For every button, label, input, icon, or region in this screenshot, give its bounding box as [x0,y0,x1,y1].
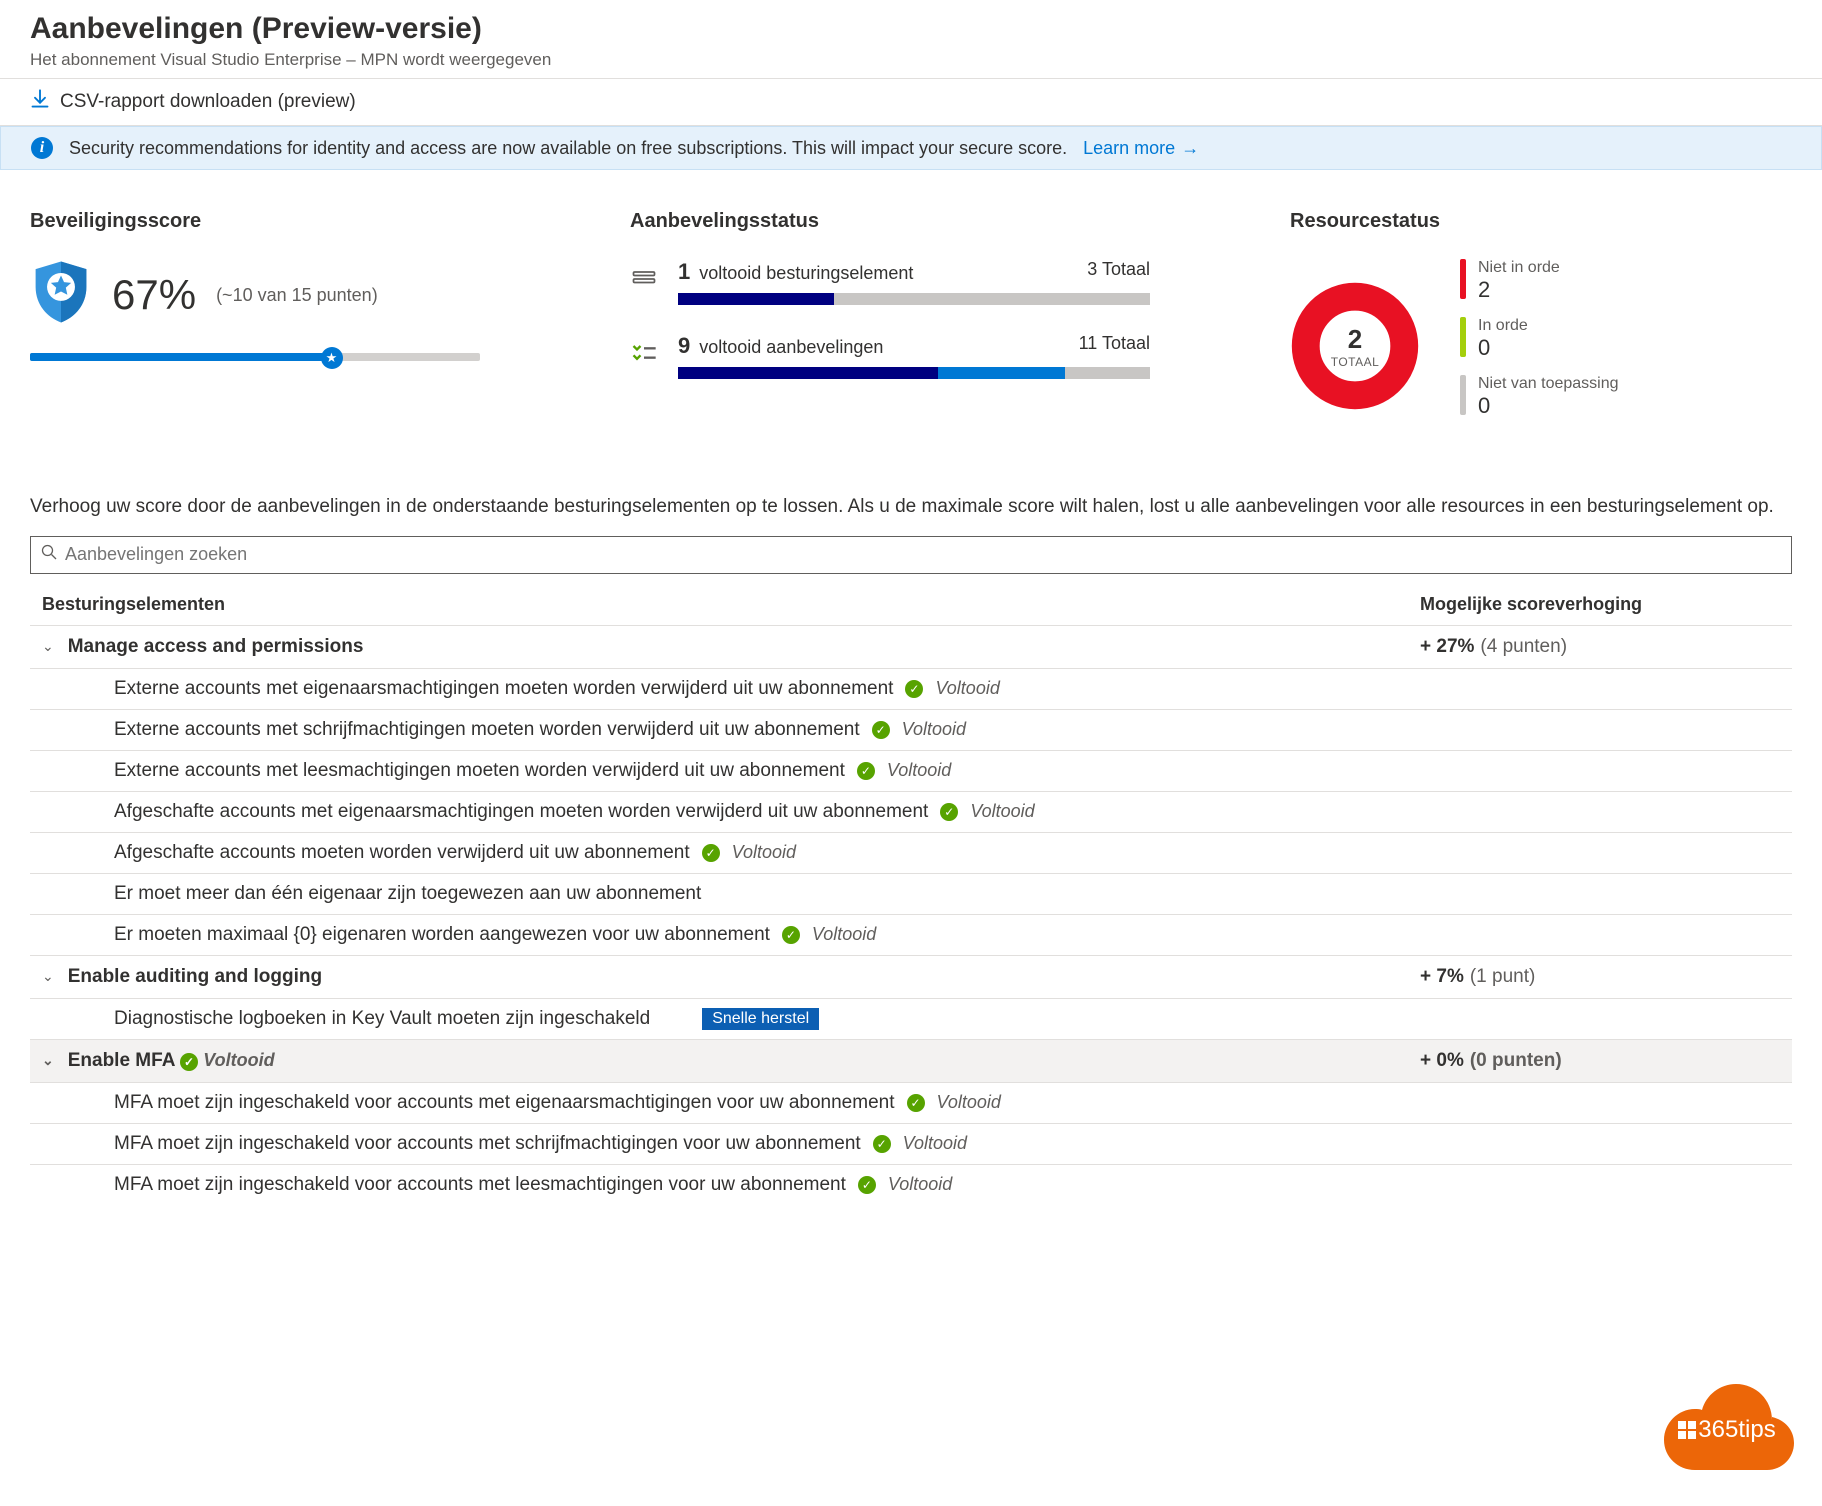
table-header: Besturingselementen Mogelijke scoreverho… [30,584,1792,625]
toolbar: CSV-rapport downloaden (preview) [0,79,1822,126]
security-score-panel: Beveiligingsscore 67% (~10 van 15 punten… [30,210,490,433]
brand-logo: 365tips [1652,1370,1802,1476]
recommendation-row[interactable]: MFA moet zijn ingeschakeld voor accounts… [30,1164,1792,1205]
download-csv-label: CSV-rapport downloaden (preview) [60,91,356,113]
download-icon [30,89,50,115]
resource-status-panel: Resourcestatus 2 TOTAAL Niet in orde2 In … [1290,210,1619,433]
chevron-down-icon: ⌄ [42,968,54,985]
legend-item: Niet van toepassing0 [1460,375,1619,419]
logo-text: 365tips [1698,1416,1775,1444]
check-icon: ✓ [180,1053,198,1071]
learn-more-link[interactable]: Learn more → [1083,138,1199,159]
col-controls: Besturingselementen [42,594,1420,615]
recommendation-row[interactable]: MFA moet zijn ingeschakeld voor accounts… [30,1123,1792,1164]
check-icon: ✓ [940,803,958,821]
recommendation-row[interactable]: Diagnostische logboeken in Key Vault moe… [30,998,1792,1039]
helper-text: Verhoog uw score door de aanbevelingen i… [0,493,1822,532]
check-icon: ✓ [872,721,890,739]
shield-icon [30,259,92,331]
recommendation-row[interactable]: Externe accounts met schrijfmachtigingen… [30,709,1792,750]
recommendation-row[interactable]: Externe accounts met eigenaarsmachtiging… [30,668,1792,709]
resource-legend: Niet in orde2 In orde0 Niet van toepassing… [1460,259,1619,433]
legend-item: In orde0 [1460,317,1619,361]
recommendations-table: Besturingselementen Mogelijke scoreverho… [30,584,1792,1205]
recommendation-row[interactable]: Afgeschafte accounts moeten worden verwi… [30,832,1792,873]
score-detail: (~10 van 15 punten) [216,285,378,306]
resource-total-number: 2 [1348,324,1362,355]
control-group[interactable]: ⌄Enable auditing and logging+ 7%(1 punt) [30,955,1792,998]
info-icon: i [31,137,53,159]
control-group[interactable]: ⌄Enable MFA ✓ Voltooid+ 0%(0 punten) [30,1039,1792,1082]
check-icon: ✓ [782,926,800,944]
score-thumb-icon: ★ [321,347,343,369]
recommendation-row[interactable]: Er moet meer dan één eigenaar zijn toege… [30,873,1792,914]
check-icon: ✓ [702,844,720,862]
recstatus-icon [630,339,660,373]
page-header: Aanbevelingen (Preview-versie) Het abonn… [0,0,1822,79]
page-subtitle: Het abonnement Visual Studio Enterprise … [30,50,1792,70]
quick-fix-badge: Snelle herstel [702,1008,819,1030]
resource-total-label: TOTAAL [1331,355,1380,369]
chevron-down-icon: ⌄ [42,638,54,655]
recommendation-row[interactable]: Afgeschafte accounts met eigenaarsmachti… [30,791,1792,832]
legend-item: Niet in orde2 [1460,259,1619,303]
check-icon: ✓ [858,1176,876,1194]
check-icon: ✓ [907,1094,925,1112]
recstatus-icon [630,265,660,299]
score-progress: ★ [30,353,480,361]
page-title: Aanbevelingen (Preview-versie) [30,12,1792,46]
arrow-right-icon: → [1181,138,1199,159]
info-banner: i Security recommendations for identity … [0,126,1822,170]
control-group[interactable]: ⌄Manage access and permissions+ 27%(4 pu… [30,625,1792,668]
col-score-increase: Mogelijke scoreverhoging [1420,594,1780,615]
check-icon: ✓ [905,680,923,698]
stats-row: Beveiligingsscore 67% (~10 van 15 punten… [0,170,1822,493]
download-csv-button[interactable]: CSV-rapport downloaden (preview) [30,89,356,115]
office-icon [1678,1421,1696,1439]
security-score-title: Beveiligingsscore [30,210,490,233]
recommendation-row[interactable]: Er moeten maximaal {0} eigenaren worden … [30,914,1792,955]
score-percent: 67% [112,271,196,319]
check-icon: ✓ [857,762,875,780]
recommendation-row[interactable]: Externe accounts met leesmachtigingen mo… [30,750,1792,791]
recommendation-status-panel: Aanbevelingsstatus 1 voltooid besturings… [630,210,1150,433]
check-icon: ✓ [873,1135,891,1153]
recstatus-row: 9 voltooid aanbevelingen11 Totaal [630,333,1150,379]
search-icon [41,544,57,566]
recstatus-row: 1 voltooid besturingselement3 Totaal [630,259,1150,305]
info-text: Security recommendations for identity an… [69,138,1067,159]
search-input[interactable] [65,544,1781,565]
resstatus-title: Resourcestatus [1290,210,1619,233]
chevron-down-icon: ⌄ [42,1052,54,1069]
resource-donut-chart: 2 TOTAAL [1290,281,1420,411]
search-box[interactable] [30,536,1792,574]
recommendation-row[interactable]: MFA moet zijn ingeschakeld voor accounts… [30,1082,1792,1123]
recstatus-title: Aanbevelingsstatus [630,210,1150,233]
